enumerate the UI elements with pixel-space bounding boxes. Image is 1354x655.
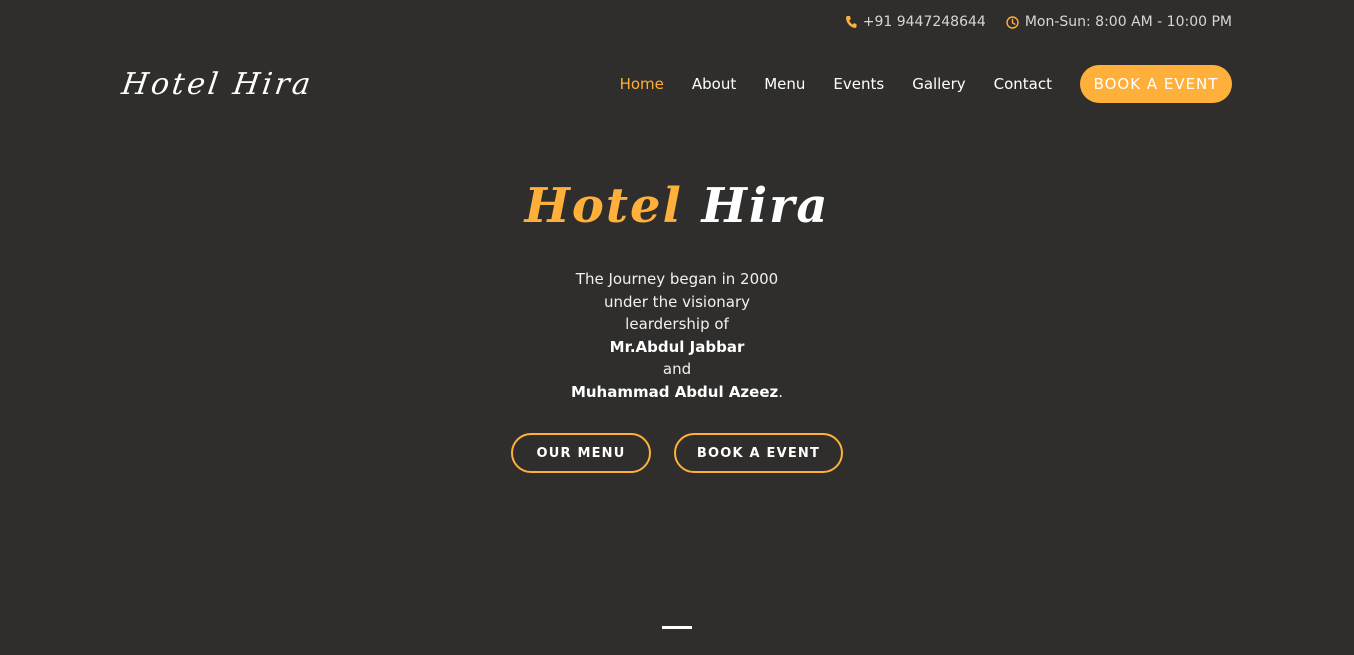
phone-info: +91 9447248644 bbox=[845, 14, 986, 30]
hero-title-first: Hotel bbox=[524, 178, 683, 234]
our-menu-button[interactable]: OUR MENU bbox=[511, 433, 651, 473]
phone-icon bbox=[845, 15, 857, 29]
hero-title-second: Hira bbox=[701, 178, 830, 234]
founder-name-1: Mr.Abdul Jabbar bbox=[609, 337, 745, 356]
nav-gallery[interactable]: Gallery bbox=[912, 75, 965, 93]
nav-events[interactable]: Events bbox=[833, 75, 884, 93]
clock-icon bbox=[1006, 15, 1019, 29]
phone-number[interactable]: +91 9447248644 bbox=[863, 14, 986, 30]
hero-description: The Journey began in 2000 under the visi… bbox=[567, 268, 787, 403]
nav-menu[interactable]: Menu bbox=[764, 75, 805, 93]
hero-section: Hotel Hira The Journey began in 2000 und… bbox=[0, 170, 1354, 473]
nav-about[interactable]: About bbox=[692, 75, 736, 93]
hero-end-punct: . bbox=[778, 382, 784, 401]
hours-info: Mon-Sun: 8:00 AM - 10:00 PM bbox=[1006, 14, 1232, 30]
page: +91 9447248644 Mon-Sun: 8:00 AM - 10:00 … bbox=[0, 0, 1354, 655]
hero-title: Hotel Hira bbox=[0, 170, 1354, 242]
opening-hours: Mon-Sun: 8:00 AM - 10:00 PM bbox=[1024, 14, 1232, 30]
hero-intro-text: The Journey began in 2000 under the visi… bbox=[575, 270, 779, 333]
header: Hotel Hira Home About Menu Events Galler… bbox=[120, 62, 1232, 106]
logo[interactable]: Hotel Hira bbox=[120, 67, 316, 102]
nav-contact[interactable]: Contact bbox=[994, 75, 1052, 93]
nav-home[interactable]: Home bbox=[620, 75, 664, 93]
main-nav: Home About Menu Events Gallery Contact B… bbox=[592, 65, 1232, 103]
book-event-button[interactable]: BOOK A EVENT bbox=[1080, 65, 1232, 103]
founder-name-2: Muhammad Abdul Azeez bbox=[570, 382, 779, 401]
top-info-bar: +91 9447248644 Mon-Sun: 8:00 AM - 10:00 … bbox=[845, 14, 1232, 30]
hero-buttons: OUR MENU BOOK A EVENT bbox=[0, 433, 1354, 473]
hero-connector: and bbox=[662, 360, 692, 378]
hero-book-event-button[interactable]: BOOK A EVENT bbox=[674, 433, 843, 473]
slide-indicator[interactable] bbox=[662, 626, 692, 629]
